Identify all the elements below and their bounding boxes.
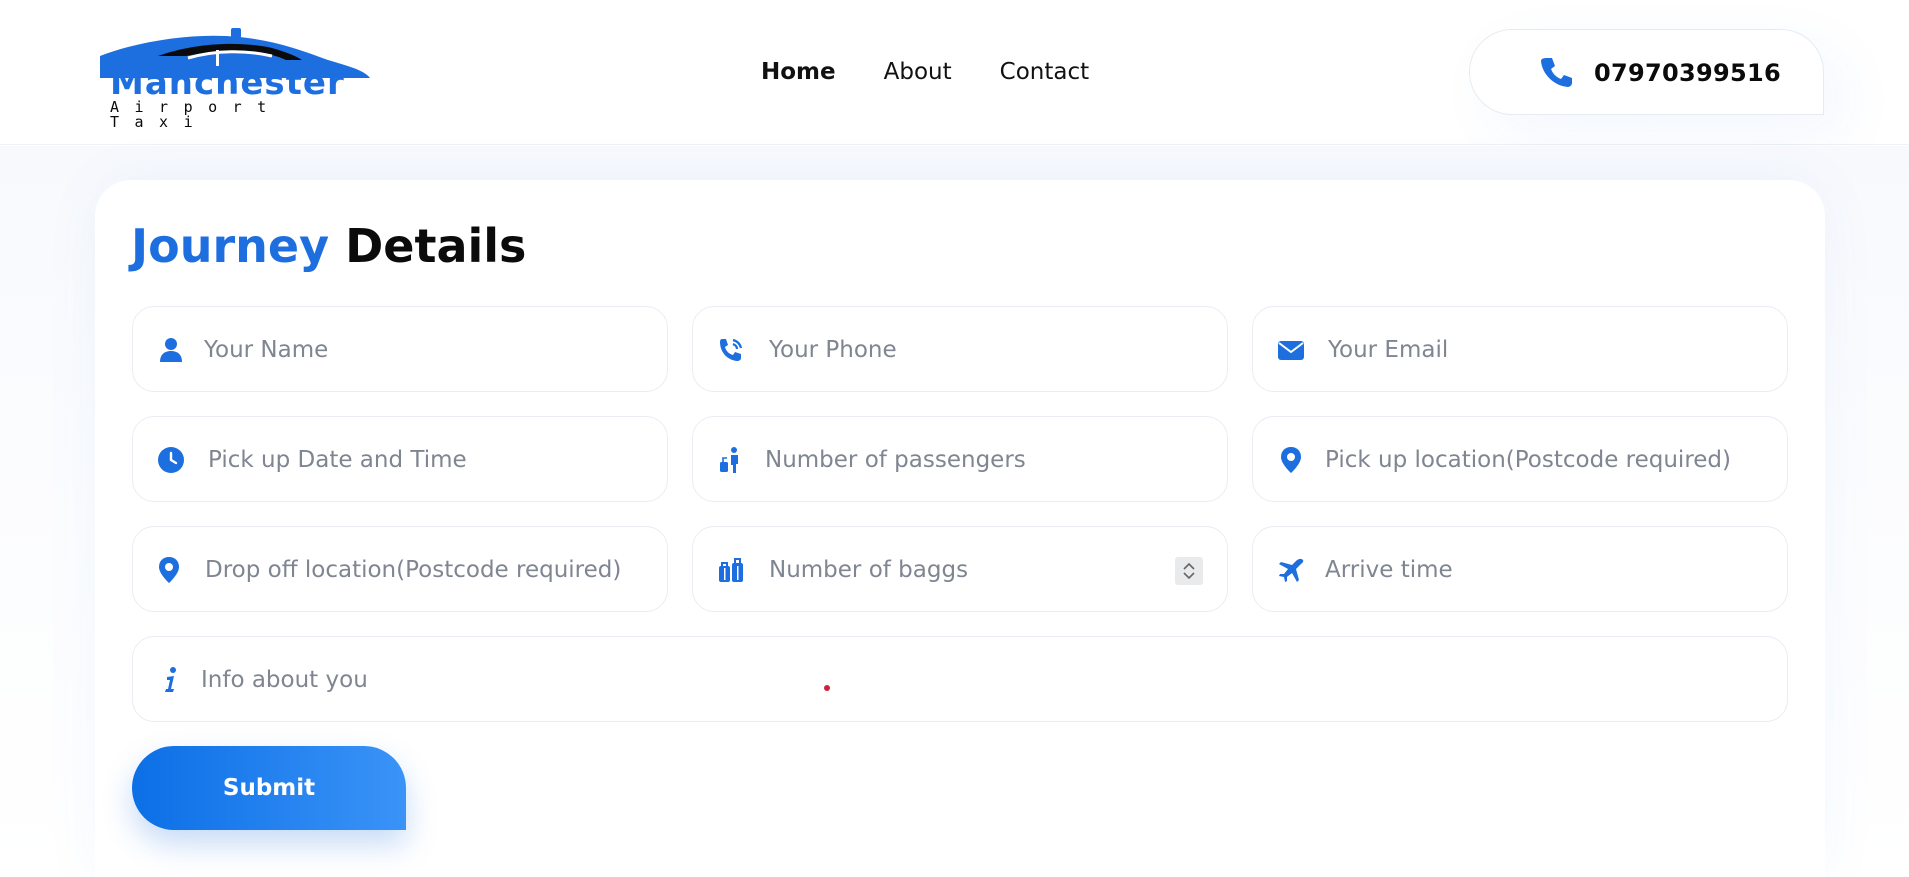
info-field[interactable]: Info about you xyxy=(132,636,1788,722)
bags-stepper[interactable] xyxy=(1175,557,1203,585)
logo-tagline: Airport Taxi xyxy=(110,98,282,131)
pickup-location-field[interactable]: Pick up location(Postcode required) xyxy=(1252,416,1788,502)
email-placeholder: Your Email xyxy=(1328,337,1449,363)
site-header: Manchester Airport Taxi Home About Conta… xyxy=(0,0,1909,145)
arrive-time-placeholder: Arrive time xyxy=(1325,557,1453,583)
dropoff-location-field[interactable]: Drop off location(Postcode required) xyxy=(132,526,668,612)
phone-ringing-icon xyxy=(720,338,743,361)
phone-placeholder: Your Phone xyxy=(769,337,897,363)
form-title: Journey Details xyxy=(131,218,526,274)
info-icon xyxy=(165,667,176,692)
nav-contact[interactable]: Contact xyxy=(1000,56,1089,88)
form-title-rest: Details xyxy=(345,219,527,273)
pickup-location-placeholder: Pick up location(Postcode required) xyxy=(1325,447,1731,473)
main-nav: Home About Contact xyxy=(761,56,1089,88)
logo-wordmark: Manchester xyxy=(110,63,345,103)
info-placeholder: Info about you xyxy=(201,667,368,693)
form-title-highlight: Journey xyxy=(131,219,330,273)
map-pin-icon xyxy=(1281,447,1301,473)
dropoff-location-placeholder: Drop off location(Postcode required) xyxy=(205,557,622,583)
arrive-time-field[interactable]: Arrive time xyxy=(1252,526,1788,612)
map-pin-icon xyxy=(159,557,179,583)
pickup-time-field[interactable]: Pick up Date and Time xyxy=(132,416,668,502)
phone-contact-button[interactable]: 07970399516 xyxy=(1469,29,1824,115)
traveler-icon xyxy=(720,447,738,473)
bags-field[interactable]: Number of baggs xyxy=(692,526,1228,612)
brand-logo[interactable]: Manchester Airport Taxi xyxy=(96,26,372,130)
passengers-placeholder: Number of passengers xyxy=(765,447,1026,473)
pickup-time-placeholder: Pick up Date and Time xyxy=(208,447,467,473)
submit-button[interactable]: Submit xyxy=(132,746,406,830)
bags-placeholder: Number of baggs xyxy=(769,557,969,583)
nav-home[interactable]: Home xyxy=(761,56,836,88)
email-field[interactable]: Your Email xyxy=(1252,306,1788,392)
passengers-field[interactable]: Number of passengers xyxy=(692,416,1228,502)
envelope-icon xyxy=(1278,341,1304,360)
name-placeholder: Your Name xyxy=(204,337,329,363)
phone-field[interactable]: Your Phone xyxy=(692,306,1228,392)
phone-icon xyxy=(1541,58,1572,87)
plane-icon xyxy=(1279,558,1304,582)
user-icon xyxy=(160,338,182,362)
cursor-dot xyxy=(824,685,830,691)
nav-about[interactable]: About xyxy=(884,56,952,88)
clock-icon xyxy=(158,447,184,473)
phone-number: 07970399516 xyxy=(1594,59,1781,87)
stepper-arrows-icon xyxy=(1183,562,1195,580)
suitcase-icon xyxy=(719,558,743,582)
name-field[interactable]: Your Name xyxy=(132,306,668,392)
